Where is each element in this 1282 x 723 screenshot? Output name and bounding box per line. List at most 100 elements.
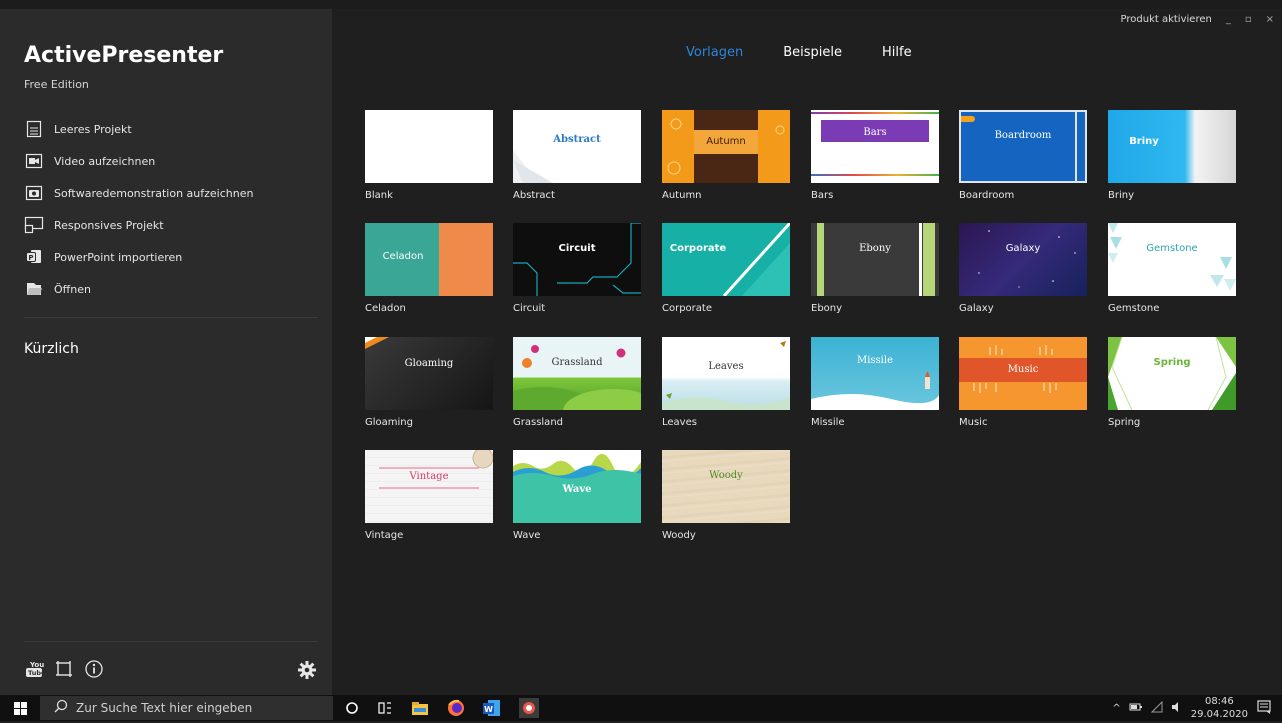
template-thumbnail: Gemstone (1108, 223, 1236, 296)
template-thumbnail: Missile (811, 337, 939, 410)
tab-help[interactable]: Hilfe (882, 45, 912, 60)
firefox-icon[interactable] (447, 699, 465, 722)
template-label: Abstract (513, 190, 555, 201)
template-tile-missile[interactable]: Missile Missile (811, 337, 939, 428)
template-thumbnail: Grassland (513, 337, 641, 410)
taskbar-search-box[interactable]: Zur Suche Text hier eingeben (40, 696, 333, 720)
template-tile-gloaming[interactable]: Gloaming Gloaming (365, 337, 493, 428)
notification-icon[interactable] (1256, 699, 1272, 718)
template-thumb-title: Gemstone (1146, 243, 1198, 254)
powerpoint-icon: P (24, 247, 44, 267)
network-icon[interactable] (1150, 700, 1163, 716)
template-tile-abstract[interactable]: Abstract Abstract (513, 110, 641, 201)
template-thumbnail: Ebony (811, 223, 939, 296)
template-tile-vintage[interactable]: Vintage Vintage (365, 450, 493, 541)
template-tile-grassland[interactable]: Grassland Grassland (513, 337, 641, 428)
template-tile-briny[interactable]: Briny Briny (1108, 110, 1236, 201)
responsive-icon (24, 215, 44, 235)
info-icon[interactable] (84, 659, 104, 684)
template-thumbnail: Bars (811, 110, 939, 183)
tab-examples[interactable]: Beispiele (783, 45, 842, 60)
window-controls: Produkt aktivieren _ ▫ × (1121, 14, 1274, 25)
camera-icon (24, 183, 44, 203)
template-label: Spring (1108, 417, 1141, 428)
template-thumbnail: Vintage (365, 450, 493, 523)
template-thumb-title: Grassland (551, 357, 603, 368)
template-label: Leaves (662, 417, 697, 428)
menu-item-import-powerpoint[interactable]: P PowerPoint importieren (24, 241, 324, 273)
template-thumbnail: Galaxy (959, 223, 1087, 296)
windows-start-icon[interactable] (14, 702, 27, 720)
sidebar: ActivePresenter Free Edition Leeres Proj… (0, 9, 332, 695)
template-tile-circuit[interactable]: Circuit Circuit (513, 223, 641, 314)
close-button[interactable]: × (1266, 14, 1274, 25)
menu-item-label: PowerPoint importieren (54, 250, 183, 264)
menu-item-label: Responsives Projekt (54, 218, 164, 232)
battery-icon[interactable] (1129, 702, 1143, 715)
template-tile-bars[interactable]: Bars Bars (811, 110, 939, 201)
task-view-icon[interactable] (377, 700, 393, 721)
cortana-circle-icon[interactable] (345, 701, 359, 720)
template-tile-leaves[interactable]: Leaves Leaves (662, 337, 790, 428)
volume-icon[interactable] (1171, 701, 1183, 716)
template-thumbnail: Boardroom (959, 110, 1087, 183)
template-label: Grassland (513, 417, 563, 428)
menu-item-record-video[interactable]: Video aufzeichnen (24, 145, 324, 177)
template-label: Boardroom (959, 190, 1015, 201)
app-title: ActivePresenter (24, 43, 224, 68)
template-label: Gloaming (365, 417, 413, 428)
taskbar-apps: W (345, 698, 539, 723)
template-thumb-title: Boardroom (994, 130, 1052, 141)
svg-text:W: W (484, 705, 493, 714)
template-thumbnail: Spring (1108, 337, 1236, 410)
template-thumb-title: Gloaming (404, 358, 454, 369)
template-label: Vintage (365, 530, 404, 541)
template-thumb-title: Briny (1129, 136, 1159, 147)
template-thumb-title: Leaves (708, 361, 744, 372)
search-placeholder: Zur Suche Text hier eingeben (76, 701, 253, 715)
divider (24, 641, 318, 642)
activepresenter-taskbar-icon[interactable] (519, 698, 539, 723)
menu-item-blank-project[interactable]: Leeres Projekt (24, 113, 324, 145)
menu-item-label: Öffnen (54, 282, 91, 296)
template-thumbnail: Leaves (662, 337, 790, 410)
word-icon[interactable]: W (483, 699, 501, 722)
minimize-button[interactable]: _ (1226, 14, 1231, 25)
menu-item-software-demo[interactable]: Softwaredemonstration aufzeichnen (24, 177, 324, 209)
template-label: Ebony (811, 303, 843, 314)
template-tile-boardroom[interactable]: Boardroom Boardroom (959, 110, 1087, 201)
template-tile-gemstone[interactable]: Gemstone Gemstone (1108, 223, 1236, 314)
template-label: Wave (513, 530, 541, 541)
taskbar: Zur Suche Text hier eingeben W ^ 08:46 2… (0, 695, 1282, 721)
template-label: Celadon (365, 303, 406, 314)
app-window: ActivePresenter Free Edition Leeres Proj… (0, 0, 1282, 695)
template-label: Galaxy (959, 303, 994, 314)
file-explorer-icon[interactable] (411, 700, 429, 721)
template-tile-galaxy[interactable]: Galaxy Galaxy (959, 223, 1087, 314)
template-tile-corporate[interactable]: Corporate Corporate (662, 223, 790, 314)
clock-time: 08:46 (1204, 696, 1234, 707)
menu-item-open[interactable]: Öffnen (24, 273, 324, 305)
template-tile-blank[interactable]: Blank (365, 110, 493, 201)
template-tile-autumn[interactable]: Autumn Autumn (662, 110, 790, 201)
template-tile-music[interactable]: Music Music (959, 337, 1087, 428)
video-camera-icon (24, 151, 44, 171)
activate-product-link[interactable]: Produkt aktivieren (1121, 14, 1212, 25)
youtube-icon[interactable]: You Tube (24, 659, 46, 684)
clock[interactable]: 08:46 29.04.2020 (1191, 695, 1248, 721)
tab-templates[interactable]: Vorlagen (686, 45, 743, 60)
template-thumb-title: Music (1007, 364, 1039, 375)
chevron-up-icon[interactable]: ^ (1112, 703, 1120, 714)
maximize-button[interactable]: ▫ (1245, 14, 1252, 25)
gear-icon[interactable] (297, 660, 317, 685)
template-tile-celadon[interactable]: Celadon Celadon (365, 223, 493, 314)
template-tile-ebony[interactable]: Ebony Ebony (811, 223, 939, 314)
menu-item-responsive-project[interactable]: Responsives Projekt (24, 209, 324, 241)
crop-frame-icon[interactable] (54, 659, 74, 684)
template-label: Bars (811, 190, 834, 201)
template-tile-wave[interactable]: Wave Wave (513, 450, 641, 541)
template-thumb-title: Ebony (859, 243, 891, 254)
template-thumbnail: Wave (513, 450, 641, 523)
template-tile-woody[interactable]: Woody Woody (662, 450, 790, 541)
template-tile-spring[interactable]: Spring Spring (1108, 337, 1236, 428)
